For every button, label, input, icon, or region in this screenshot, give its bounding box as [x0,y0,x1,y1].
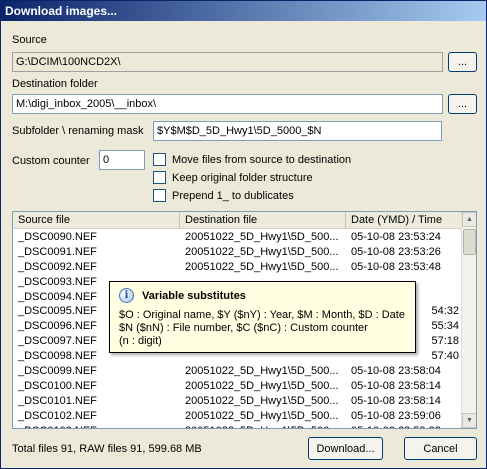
download-button[interactable]: Download... [308,437,383,460]
table-row[interactable]: _DSC0103.NEF20051022_5D_Hwy1\5D_500...05… [13,424,462,428]
download-images-dialog: Download images... Source G:\DCIM\100NCD… [0,0,487,469]
destination-file-cell: 20051022_5D_Hwy1\5D_500... [180,424,346,428]
move-files-label: Move files from source to destination [172,153,352,166]
vertical-scrollbar[interactable]: ▲ ▼ [461,212,476,428]
tooltip-line: $O : Original name, $Y ($nY) : Year, $M … [119,309,405,321]
table-row[interactable]: _DSC0091.NEF 20051022_5D_Hwy1\5D_500... 05… [13,245,462,260]
destination-field[interactable]: M:\digi_inbox_2005\__inbox\ [12,94,443,114]
table-row[interactable]: _DSC0102.NEF 20051022_5D_Hwy1\5D_500... 05… [13,409,462,424]
prepend-checkbox[interactable] [153,189,166,202]
tooltip-title: Variable substitutes [142,289,246,302]
date-time-cell: 05-10-08 23:53:48 [351,260,441,273]
move-files-option[interactable]: Move files from source to destination [153,153,351,166]
source-field[interactable]: G:\DCIM\100NCD2X\ [12,52,443,72]
table-row[interactable]: _DSC0090.NEF 20051022_5D_Hwy1\5D_500... 05… [13,230,462,245]
table-row[interactable]: _DSC0100.NEF 20051022_5D_Hwy1\5D_500... 05… [13,379,462,394]
cancel-button[interactable]: Cancel [404,437,477,460]
source-file-cell: _DSC0101.NEF [18,394,97,407]
date-time-cell: 05-10-08 23:59:22 [346,424,462,428]
column-destination-file[interactable]: Destination file [180,212,346,229]
column-date-time[interactable]: Date (YMD) / Time [346,212,462,229]
mask-label: Subfolder \ renaming mask [12,125,144,137]
destination-file-cell: 20051022_5D_Hwy1\5D_500... [185,365,339,378]
destination-file-cell: 20051022_5D_Hwy1\5D_500... [185,394,339,407]
prepend-label: Prepend 1_ to dublicates [172,189,294,202]
destination-file-cell: 20051022_5D_Hwy1\5D_500... [185,260,339,273]
file-list-header: Source file Destination file Date (YMD) … [13,212,462,229]
date-time-cell: 05-10-08 23:58:04 [351,365,441,378]
source-file-cell: _DSC0100.NEF [18,379,97,392]
source-label: Source [12,34,47,46]
column-source-file[interactable]: Source file [13,212,180,229]
date-time-cell: 05-10-08 23:59:06 [351,409,441,422]
source-file-cell: _DSC0099.NEF [18,365,97,378]
tooltip-line: $N ($nN) : File number, $C ($nC) : Custo… [119,322,368,334]
table-row[interactable]: _DSC0101.NEF 20051022_5D_Hwy1\5D_500... 05… [13,394,462,409]
destination-label: Destination folder [12,78,98,90]
keep-structure-checkbox[interactable] [153,171,166,184]
custom-counter-field[interactable]: 0 [99,150,145,170]
source-file-cell: _DSC0102.NEF [18,409,97,422]
keep-structure-option[interactable]: Keep original folder structure [153,171,313,184]
scroll-down-icon[interactable]: ▼ [462,413,476,428]
destination-file-cell: 20051022_5D_Hwy1\5D_500... [185,409,339,422]
table-row[interactable]: _DSC0099.NEF 20051022_5D_Hwy1\5D_500... 05… [13,364,462,379]
info-icon: i [119,288,134,303]
prepend-option[interactable]: Prepend 1_ to dublicates [153,189,294,202]
source-file-cell: _DSC0090.NEF [18,231,97,243]
scroll-up-icon[interactable]: ▲ [462,212,476,227]
renaming-mask-field[interactable]: $Y$M$D_5D_Hwy1\5D_5000_$N [153,121,442,141]
keep-structure-label: Keep original folder structure [172,171,313,184]
tooltip-line: (n : digit) [119,335,162,347]
table-row[interactable]: _DSC0092.NEF 20051022_5D_Hwy1\5D_500... 05… [13,260,462,275]
source-file-cell: _DSC0103.NEF [13,424,180,428]
date-time-cell: 05-10-08 23:53:24 [351,231,441,243]
window-title: Download images... [1,1,486,21]
source-file-cell: _DSC0091.NEF [18,245,97,258]
variable-substitutes-tooltip: i Variable substitutes $O : Original nam… [109,281,416,353]
destination-file-cell: 20051022_5D_Hwy1\5D_500... [185,379,339,392]
scroll-thumb[interactable] [463,229,476,255]
counter-label: Custom counter [12,155,90,167]
destination-file-cell: 20051022_5D_Hwy1\5D_500... [185,231,339,243]
move-files-checkbox[interactable] [153,153,166,166]
source-file-cell: _DSC0092.NEF [18,260,97,273]
destination-browse-button[interactable]: ... [448,94,477,114]
date-time-cell: 05-10-08 23:53:26 [351,245,441,258]
status-text: Total files 91, RAW files 91, 599.68 MB [12,443,202,455]
source-browse-button[interactable]: ... [448,52,477,72]
date-time-cell: 05-10-08 23:58:14 [351,379,441,392]
date-time-cell: 05-10-08 23:58:14 [351,394,441,407]
destination-file-cell: 20051022_5D_Hwy1\5D_500... [185,245,339,258]
